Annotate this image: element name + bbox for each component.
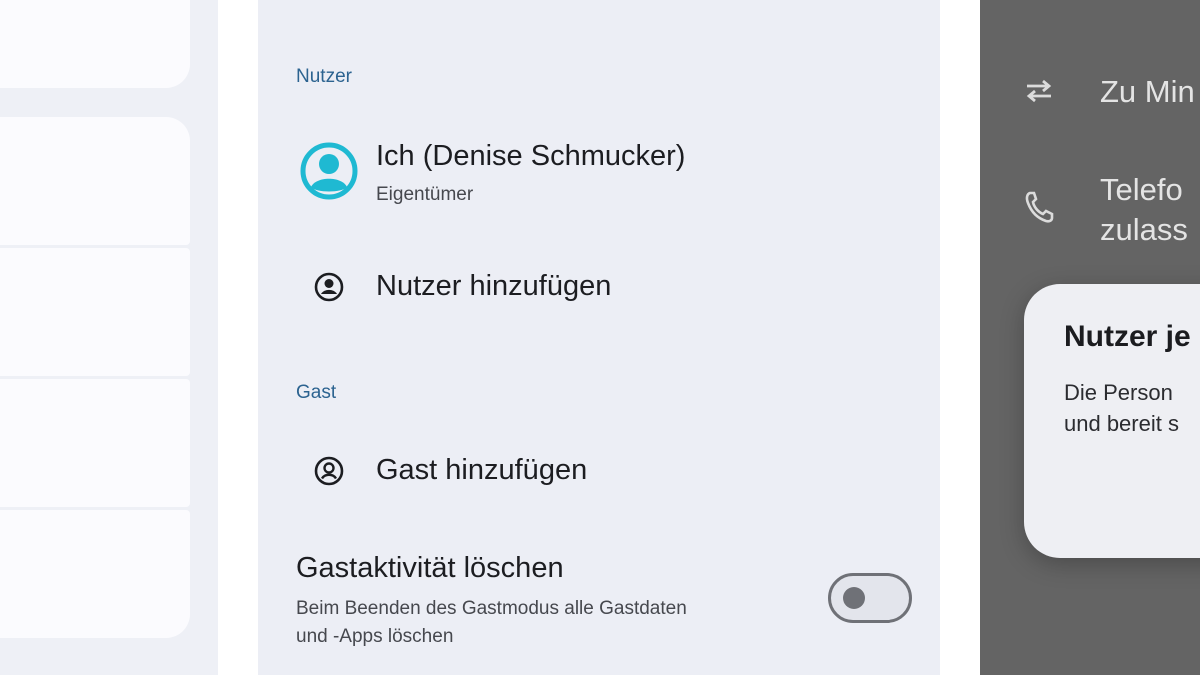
toggle-knob	[843, 587, 865, 609]
clear-guest-activity-description-line1: Beim Beenden des Gastmodus alle Gastdate…	[296, 598, 687, 619]
switch-user-dialog: Nutzer je Die Person und bereit s	[1024, 284, 1200, 558]
current-user-name: Ich (Denise Schmucker)	[376, 140, 686, 172]
current-user-role: Eigentümer	[376, 184, 474, 205]
left-card-1[interactable]	[0, 117, 190, 245]
dialog-title: Nutzer je	[1064, 320, 1191, 353]
left-settings-panel: g	[0, 0, 218, 675]
current-user-row[interactable]: Ich (Denise Schmucker) Eigentümer	[258, 120, 940, 220]
left-card-4[interactable]	[0, 510, 190, 638]
screenshot-stage: g Nutzer Ich (Denise Schmucker) Eigentüm…	[0, 0, 1200, 675]
person-add-icon	[314, 272, 344, 302]
clear-guest-activity-toggle[interactable]	[828, 573, 912, 623]
clear-guest-activity-description-line2: und -Apps löschen	[296, 626, 454, 647]
add-guest-label: Gast hinzufügen	[376, 454, 588, 486]
users-section-header: Nutzer	[296, 66, 352, 87]
dialog-body-line1: Die Person	[1064, 380, 1173, 405]
swap-arrows-icon	[1026, 79, 1052, 103]
left-card-3[interactable]: g	[0, 379, 190, 507]
dialog-body-line2: und bereit s	[1064, 411, 1179, 436]
clear-guest-activity-title: Gastaktivität löschen	[296, 552, 564, 584]
account-circle-icon	[300, 142, 358, 200]
add-guest-row[interactable]: Gast hinzufügen	[258, 434, 940, 510]
guest-section-header: Gast	[296, 382, 337, 403]
left-card-top[interactable]	[0, 0, 190, 88]
add-user-row[interactable]: Nutzer hinzufügen	[258, 250, 940, 326]
phone-menu-label-line2[interactable]: zulass	[1100, 212, 1188, 248]
users-settings-panel: Nutzer Ich (Denise Schmucker) Eigentümer…	[258, 0, 940, 675]
add-user-label: Nutzer hinzufügen	[376, 270, 612, 302]
guest-icon	[314, 456, 344, 486]
phone-icon	[1025, 191, 1054, 223]
phone-menu-label-line1[interactable]: Telefo	[1100, 172, 1183, 208]
switch-user-menu-label[interactable]: Zu Min	[1100, 74, 1195, 110]
left-card-2[interactable]	[0, 248, 190, 376]
